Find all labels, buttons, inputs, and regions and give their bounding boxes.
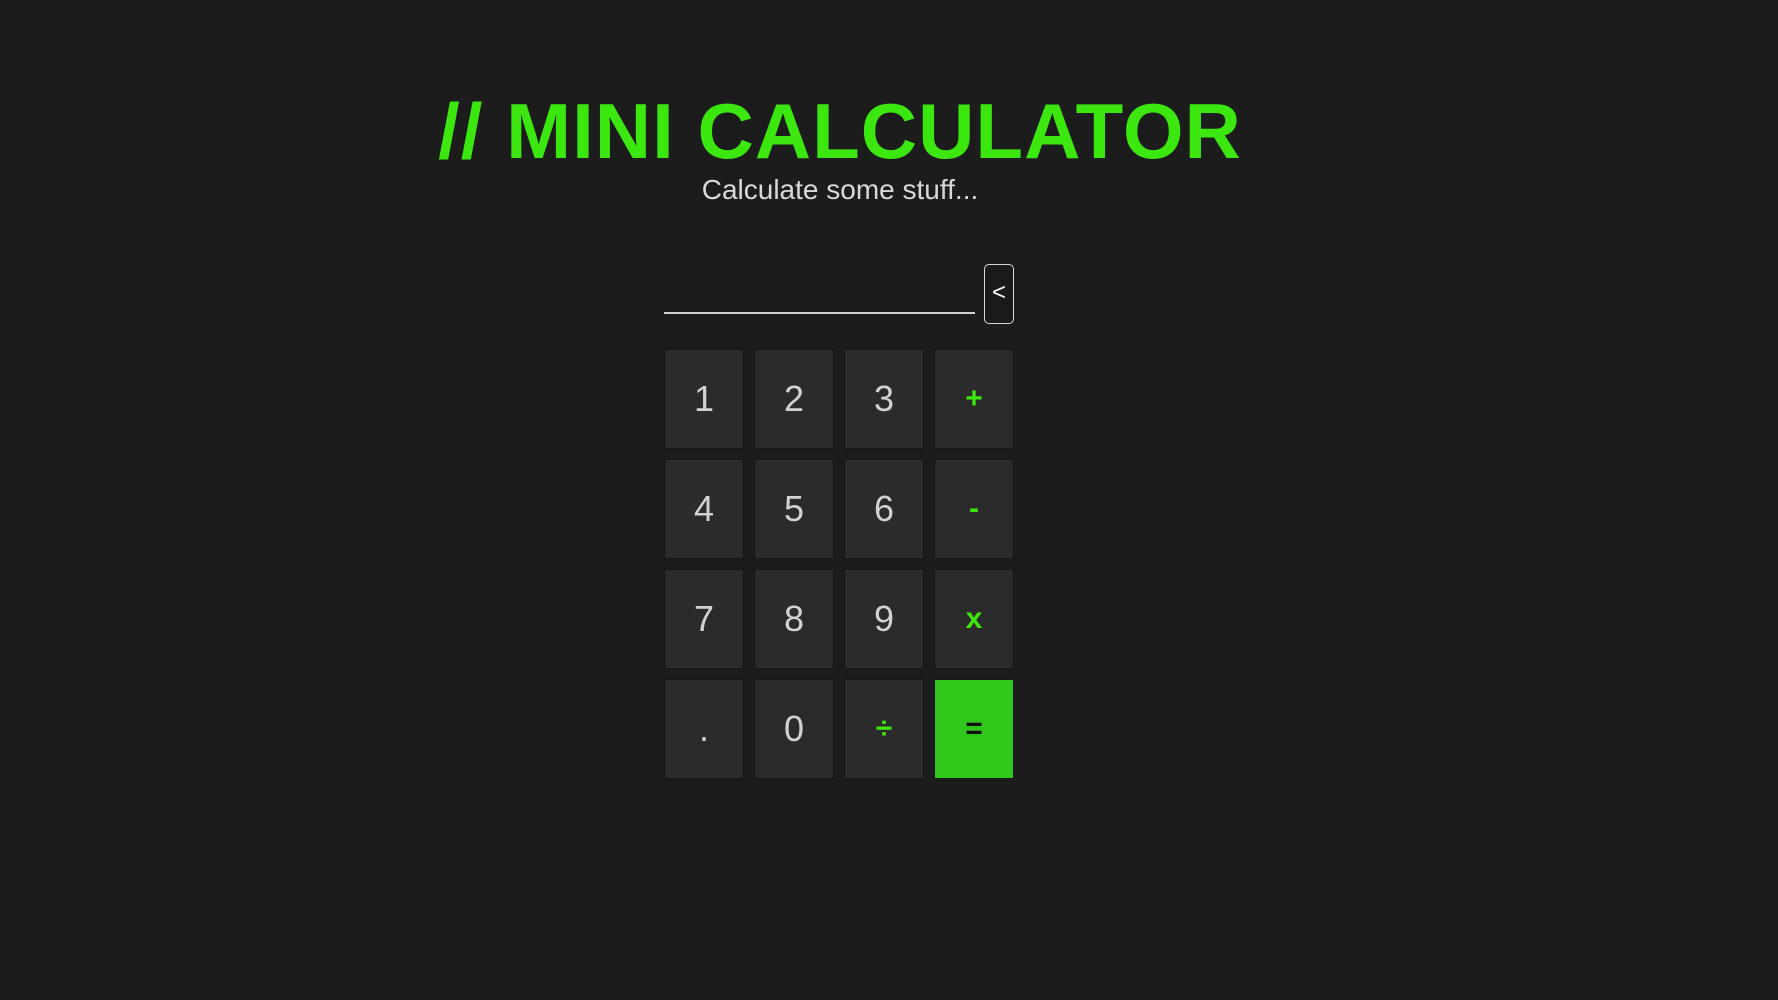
multiply-button[interactable]: x [934,569,1014,669]
key-6-button[interactable]: 6 [844,459,924,559]
key-0-button[interactable]: 0 [754,679,834,779]
decimal-button[interactable]: . [664,679,744,779]
subtract-button[interactable]: - [934,459,1014,559]
key-2-button[interactable]: 2 [754,349,834,449]
page-title: // MINI CALCULATOR [438,87,1242,175]
key-3-button[interactable]: 3 [844,349,924,449]
add-button[interactable]: + [934,349,1014,449]
divide-button[interactable]: ÷ [844,679,924,779]
page-subtitle: Calculate some stuff... [701,174,979,205]
display-row: < [664,264,1016,324]
key-8-button[interactable]: 8 [754,569,834,669]
keypad: 1 2 3 + 4 5 6 - 7 8 9 x . 0 ÷ = [664,349,1016,779]
key-9-button[interactable]: 9 [844,569,924,669]
backspace-button[interactable]: < [984,264,1014,324]
key-1-button[interactable]: 1 [664,349,744,449]
key-7-button[interactable]: 7 [664,569,744,669]
calculator-display-input[interactable] [664,274,975,314]
key-4-button[interactable]: 4 [664,459,744,559]
key-5-button[interactable]: 5 [754,459,834,559]
equals-button[interactable]: = [934,679,1014,779]
calculator-page: // MINI CALCULATOR Calculate some stuff.… [0,0,1778,1000]
